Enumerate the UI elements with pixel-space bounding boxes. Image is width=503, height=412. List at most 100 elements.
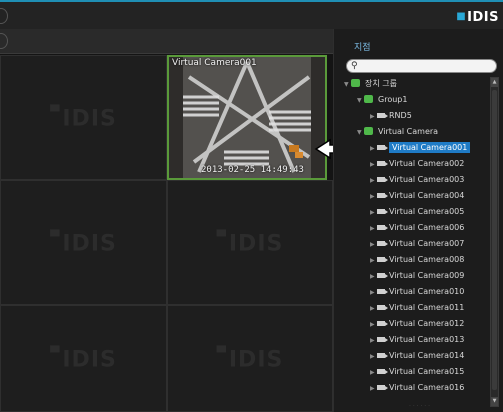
panel-title: 지점	[354, 43, 371, 53]
tree-camera-item[interactable]: ▶ Virtual Camera014	[344, 349, 485, 363]
expand-triangle-icon[interactable]: ▼	[344, 78, 351, 92]
camera-icon	[377, 273, 388, 278]
tree-camera-item[interactable]: ▶ Virtual Camera008	[344, 253, 485, 267]
camera-icon	[377, 385, 388, 390]
side-panel: 지점 ⚲ ▼ 장치 그룹 ▼ Group1 ▶ RND5 ▼ Virtual Camera ▶ V…	[333, 29, 503, 412]
top-bar: ■IDIS	[0, 0, 503, 29]
scroll-up-icon[interactable]: ▲	[491, 78, 498, 87]
tree-camera-item[interactable]: ▶ Virtual Camera009	[344, 269, 485, 283]
tree-item-label: Group1	[378, 95, 408, 104]
search-input[interactable]: ⚲	[346, 59, 497, 73]
tree-camera-item[interactable]: ▶ Virtual Camera011	[344, 301, 485, 315]
camera-icon	[377, 353, 388, 358]
camera-cell[interactable]: ▀IDIS	[0, 55, 167, 180]
camera-icon	[377, 241, 388, 246]
tree-camera-item[interactable]: ▶ Virtual Camera016	[344, 381, 485, 395]
tree-camera-item[interactable]: ▶ Virtual Camera002	[344, 157, 485, 171]
tree-item-label: Virtual Camera012	[389, 319, 465, 328]
tree-item-label: Virtual Camera	[378, 127, 439, 136]
expand-triangle-icon[interactable]: ▶	[370, 174, 377, 188]
view-header	[0, 29, 333, 54]
logo-text: IDIS	[467, 10, 499, 25]
expand-triangle-icon[interactable]: ▶	[370, 286, 377, 300]
expand-triangle-icon[interactable]: ▶	[370, 302, 377, 316]
camera-cell-active[interactable]: Virtual Camera001 2013-02-25 14:49:43	[167, 55, 327, 180]
tree-item-label: Virtual Camera004	[389, 191, 465, 200]
camera-icon	[377, 113, 388, 118]
tree-group-item[interactable]: ▼ Virtual Camera	[344, 125, 485, 139]
camera-grid: ▀IDIS Virtual Camera001 2013-02-25 14:49…	[0, 55, 333, 412]
expand-triangle-icon[interactable]: ▶	[370, 334, 377, 348]
expand-triangle-icon[interactable]: ▼	[357, 126, 364, 140]
expand-triangle-icon[interactable]: ▶	[370, 318, 377, 332]
tree-item-label: Virtual Camera003	[389, 175, 465, 184]
tree-camera-item[interactable]: ▶ Virtual Camera007	[344, 237, 485, 251]
tree-item-label: Virtual Camera007	[389, 239, 465, 248]
expand-triangle-icon[interactable]: ▶	[370, 382, 377, 396]
tree-item-label: Virtual Camera011	[389, 303, 465, 312]
tree-camera-item[interactable]: ▶ Virtual Camera004	[344, 189, 485, 203]
camera-icon	[377, 289, 388, 294]
camera-icon	[377, 225, 388, 230]
cell-watermark: ▀IDIS	[216, 345, 284, 372]
tree-item-label: Virtual Camera015	[389, 367, 465, 376]
expand-triangle-icon[interactable]: ▼	[357, 94, 364, 108]
tree-group-item[interactable]: ▼ 장치 그룹	[344, 77, 485, 91]
expand-triangle-icon[interactable]: ▶	[370, 222, 377, 236]
camera-view-area: ▀IDIS Virtual Camera001 2013-02-25 14:49…	[0, 29, 333, 412]
tree-item-label: Virtual Camera002	[389, 159, 465, 168]
expand-triangle-icon[interactable]: ▶	[370, 110, 377, 124]
camera-icon	[377, 257, 388, 262]
tree-camera-item[interactable]: ▶ Virtual Camera013	[344, 333, 485, 347]
cell-watermark: ▀IDIS	[50, 229, 117, 256]
tree-item-label: Virtual Camera014	[389, 351, 465, 360]
expand-triangle-icon[interactable]: ▶	[370, 206, 377, 220]
tree-item-label: RND5	[389, 111, 412, 120]
tree-camera-item[interactable]: ▶ Virtual Camera001	[344, 141, 485, 155]
camera-icon	[377, 209, 388, 214]
expand-triangle-icon[interactable]: ▶	[370, 142, 377, 156]
camera-cell[interactable]: ▀IDIS	[167, 180, 333, 305]
camera-title: Virtual Camera001	[172, 58, 257, 68]
expand-triangle-icon[interactable]: ▶	[370, 238, 377, 252]
tree-camera-item[interactable]: ▶ Virtual Camera010	[344, 285, 485, 299]
tree-item-label: Virtual Camera013	[389, 335, 465, 344]
tree-camera-item[interactable]: ▶ RND5	[344, 109, 485, 123]
cell-watermark: ▀IDIS	[50, 345, 117, 372]
camera-cell[interactable]: ▀IDIS	[167, 305, 333, 412]
idis-logo: ■IDIS	[456, 10, 499, 25]
camera-icon	[377, 145, 388, 150]
cell-watermark: ▀IDIS	[216, 229, 284, 256]
tree-camera-item[interactable]: ▶ Virtual Camera012	[344, 317, 485, 331]
tree-item-label: Virtual Camera006	[389, 223, 465, 232]
tree-scrollbar[interactable]: ▲ ▼	[490, 77, 499, 407]
camera-timestamp: 2013-02-25 14:49:43	[201, 165, 304, 175]
tree-item-label: Virtual Camera008	[389, 255, 465, 264]
resize-handle[interactable]: · · · · · ·	[409, 403, 430, 410]
view-control-partial[interactable]	[0, 33, 8, 49]
scroll-down-icon[interactable]: ▼	[491, 397, 498, 406]
tree-camera-item[interactable]: ▶ Virtual Camera015	[344, 365, 485, 379]
cell-watermark: ▀IDIS	[50, 104, 117, 131]
expand-triangle-icon[interactable]: ▶	[370, 190, 377, 204]
expand-triangle-icon[interactable]: ▶	[370, 254, 377, 268]
window-control-partial[interactable]	[0, 8, 8, 24]
camera-cell[interactable]: ▀IDIS	[0, 180, 167, 305]
camera-cell[interactable]: ▀IDIS	[0, 305, 167, 412]
tree-item-label: Virtual Camera010	[389, 287, 465, 296]
tree-camera-item[interactable]: ▶ Virtual Camera006	[344, 221, 485, 235]
camera-icon	[377, 161, 388, 166]
camera-icon	[377, 193, 388, 198]
group-icon	[351, 79, 360, 87]
expand-triangle-icon[interactable]: ▶	[370, 350, 377, 364]
expand-triangle-icon[interactable]: ▶	[370, 158, 377, 172]
tree-camera-item[interactable]: ▶ Virtual Camera005	[344, 205, 485, 219]
expand-triangle-icon[interactable]: ▶	[370, 270, 377, 284]
tree-item-label: Virtual Camera005	[389, 207, 465, 216]
tree-camera-item[interactable]: ▶ Virtual Camera003	[344, 173, 485, 187]
tree-item-label: Virtual Camera009	[389, 271, 465, 280]
expand-triangle-icon[interactable]: ▶	[370, 366, 377, 380]
scroll-thumb[interactable]	[492, 90, 497, 390]
search-icon: ⚲	[351, 61, 358, 71]
tree-group-item[interactable]: ▼ Group1	[344, 93, 485, 107]
